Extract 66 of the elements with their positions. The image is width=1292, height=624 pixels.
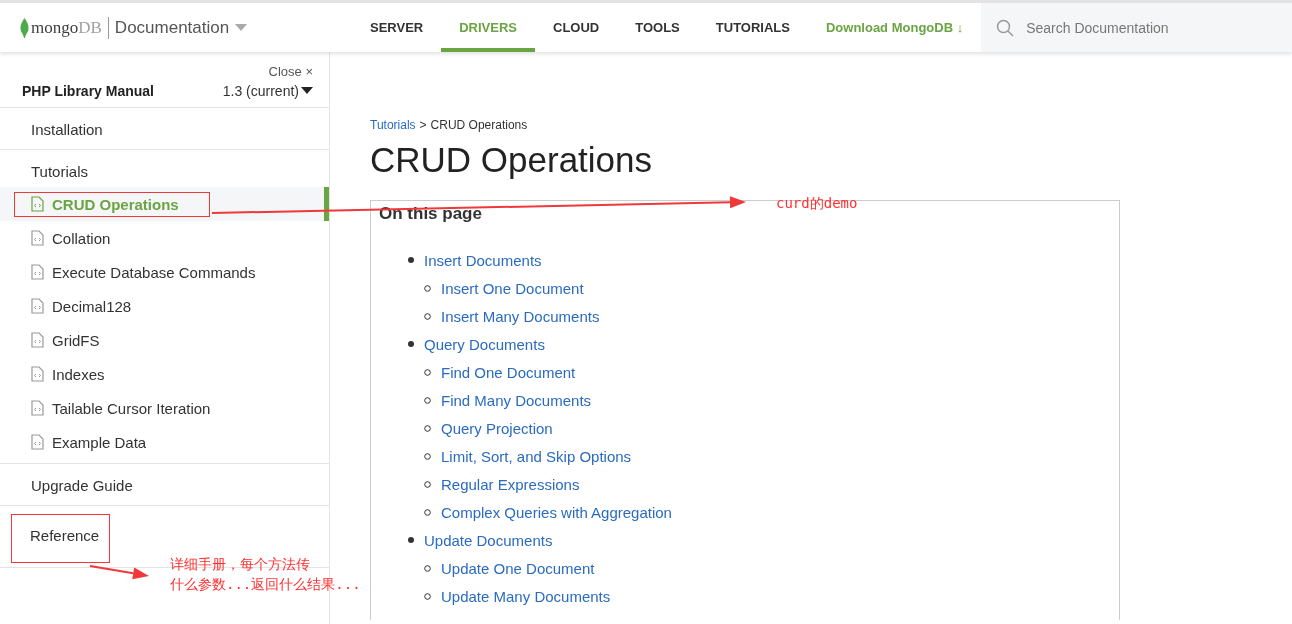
nav-tab[interactable]: SERVER	[352, 3, 442, 52]
document-icon	[31, 196, 44, 212]
breadcrumb-separator: >	[419, 118, 427, 132]
hollow-bullet-icon	[424, 592, 431, 600]
sidebar-item[interactable]: Decimal128	[0, 289, 329, 323]
toc-link[interactable]: Complex Queries with Aggregation	[441, 503, 672, 521]
breadcrumb-link[interactable]: Tutorials	[370, 118, 416, 132]
document-icon	[31, 298, 44, 314]
annotation-note: curd的demo	[776, 194, 858, 213]
nav-tab[interactable]: TUTORIALS	[697, 3, 808, 52]
bullet-icon	[408, 257, 414, 263]
toc-link[interactable]: Insert Many Documents	[441, 307, 600, 325]
toc-link[interactable]: Regular Expressions	[441, 475, 580, 493]
search-icon	[996, 18, 1015, 37]
document-icon	[31, 366, 44, 382]
hollow-bullet-icon	[424, 368, 431, 376]
toc-link[interactable]: Limit, Sort, and Skip Options	[441, 447, 632, 465]
toc-link[interactable]: Update Documents	[424, 531, 553, 549]
toc-link[interactable]: Update One Document	[441, 559, 595, 577]
annotation-arrow	[89, 565, 149, 580]
toc-link[interactable]: Query Documents	[424, 335, 545, 353]
caret-icon	[301, 87, 313, 95]
document-icon	[31, 400, 44, 416]
hollow-bullet-icon	[424, 312, 431, 320]
search-field[interactable]: Search Documentation	[981, 3, 1292, 52]
document-icon	[31, 264, 44, 280]
close-link[interactable]: Close ×	[268, 64, 313, 79]
toc-link[interactable]: Insert One Document	[441, 279, 584, 297]
hollow-bullet-icon	[424, 396, 431, 404]
document-icon	[31, 230, 44, 246]
hollow-bullet-icon	[424, 480, 431, 488]
hollow-bullet-icon	[424, 424, 431, 432]
sidebar-item[interactable]: Tailable Cursor Iteration	[0, 391, 329, 425]
bullet-icon	[408, 537, 414, 543]
sidebar-section-link[interactable]: Tutorials	[12, 158, 107, 187]
sidebar-section-link[interactable]: Reference	[11, 514, 111, 563]
nav-tab[interactable]: CLOUD	[535, 3, 618, 52]
sidebar-section-link[interactable]: Installation	[12, 116, 122, 145]
hollow-bullet-icon	[424, 508, 431, 516]
sidebar-item[interactable]: Execute Database Commands	[0, 255, 329, 289]
documentation-menu[interactable]: Documentation	[114, 17, 248, 38]
page-title: CRUD Operations	[370, 140, 654, 180]
annotation-note: 详细手册，每个方法传 什么参数...返回什么结果...	[170, 555, 361, 594]
mongodb-logo[interactable]: mongoDB	[20, 17, 102, 38]
toc-link[interactable]: Insert Documents	[424, 251, 542, 269]
manual-title: PHP Library Manual	[22, 83, 154, 99]
sidebar-section-link[interactable]: Upgrade Guide	[12, 472, 152, 501]
toc-link[interactable]: Update Many Documents	[441, 587, 611, 605]
document-icon	[31, 332, 44, 348]
document-icon	[31, 434, 44, 450]
toc-link[interactable]: Find Many Documents	[441, 391, 592, 409]
nav-tab[interactable]: TOOLS	[617, 3, 698, 52]
sidebar-item[interactable]: Collation	[0, 221, 329, 255]
sidebar-item[interactable]: GridFS	[0, 323, 329, 357]
toc-link[interactable]: Find One Document	[441, 363, 576, 381]
toc-link[interactable]: Query Projection	[441, 419, 553, 437]
version-dropdown[interactable]: 1.3 (current)	[222, 83, 313, 99]
hollow-bullet-icon	[424, 452, 431, 460]
sidebar-item[interactable]: Indexes	[0, 357, 329, 391]
search-input[interactable]: Search Documentation	[1024, 18, 1265, 37]
caret-icon	[235, 23, 248, 32]
breadcrumb-current: CRUD Operations	[430, 118, 528, 132]
bullet-icon	[408, 341, 414, 347]
hollow-bullet-icon	[424, 284, 431, 292]
hollow-bullet-icon	[424, 564, 431, 572]
sidebar-item[interactable]: Example Data	[0, 425, 329, 459]
